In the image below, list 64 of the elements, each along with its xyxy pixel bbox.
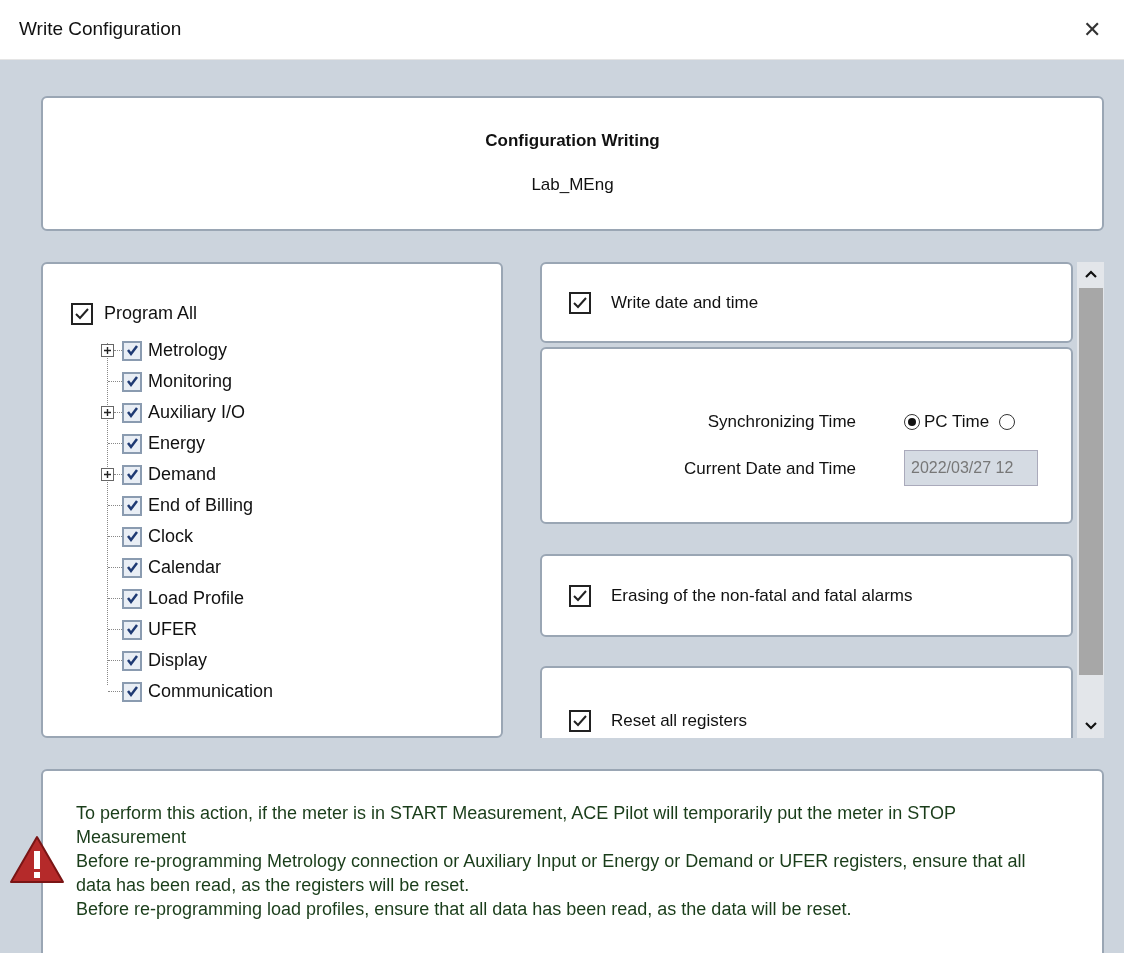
checkbox[interactable]: [569, 710, 591, 732]
close-button[interactable]: ✕: [1079, 13, 1105, 46]
scrollbar[interactable]: [1077, 262, 1104, 738]
radio-button[interactable]: [904, 413, 920, 430]
checkmark-icon: [125, 685, 139, 698]
tree-item[interactable]: Demand: [148, 461, 217, 488]
checkmark-icon: [125, 561, 139, 574]
checkmark-icon: [572, 713, 588, 729]
tree-item[interactable]: Display: [148, 647, 208, 674]
tree-item[interactable]: Metrology: [148, 337, 228, 364]
header-title: Configuration Writing: [485, 130, 660, 152]
checkmark-icon: [125, 623, 139, 636]
warning-text: Before re-programming load profiles, ensure that all data has been read, as the data will be reset.: [76, 898, 853, 921]
warning-text: To perform this action, if the meter is in START Measurement, ACE Pilot will temporarily put the meter in STOP Measurement: [76, 802, 957, 849]
field-label: Synchronizing Time: [706, 410, 856, 433]
scroll-down-icon[interactable]: [1084, 722, 1097, 730]
radio-label: PC Time: [924, 410, 990, 433]
checkbox[interactable]: [122, 557, 142, 578]
checkbox[interactable]: [569, 291, 591, 314]
checkbox[interactable]: [122, 495, 142, 516]
checkbox-label: Program All: [104, 302, 198, 325]
checkbox[interactable]: [122, 402, 142, 423]
checkbox[interactable]: [122, 464, 142, 485]
field-label: Current Date and Time: [683, 457, 856, 480]
checkmark-icon: [125, 530, 139, 543]
checkbox[interactable]: [122, 588, 142, 609]
checkbox[interactable]: [122, 433, 142, 454]
window-title: Write Configuration: [19, 17, 182, 42]
checkmark-icon: [125, 344, 139, 357]
checkbox[interactable]: [122, 681, 142, 702]
tree-item[interactable]: Communication: [148, 678, 274, 705]
tree-item[interactable]: Auxiliary I/O: [148, 399, 246, 426]
tree-item[interactable]: Monitoring: [148, 368, 233, 395]
tree-item[interactable]: Clock: [148, 523, 193, 550]
expand-icon[interactable]: [101, 468, 114, 481]
checkbox[interactable]: [122, 371, 142, 392]
checkmark-icon: [125, 375, 139, 388]
checkbox[interactable]: [122, 650, 142, 671]
tree-item[interactable]: End of Billing: [148, 492, 254, 519]
tree-item[interactable]: Calendar: [148, 554, 222, 581]
warning-text: Before re-programming Metrology connection or Auxiliary Input or Energy or Demand or UFER registers, ensure that all data has been read, as the registers will be reset.: [76, 850, 1027, 897]
scrollbar-thumb[interactable]: [1078, 288, 1103, 675]
checkbox[interactable]: [122, 340, 142, 361]
header-subtitle: Lab_MEng: [531, 173, 614, 196]
radio-button[interactable]: [999, 413, 1016, 430]
expand-icon[interactable]: [101, 344, 114, 357]
checkbox-label: Write date and time: [611, 291, 759, 314]
checkbox-label: Erasing of the non-fatal and fatal alarms: [611, 584, 913, 607]
scroll-up-icon[interactable]: [1084, 270, 1097, 278]
checkmark-icon: [125, 654, 139, 667]
checkmark-icon: [125, 592, 139, 605]
checkbox[interactable]: [122, 619, 142, 640]
checkbox-label: Reset all registers: [611, 710, 748, 733]
checkbox[interactable]: [569, 584, 591, 607]
checkbox[interactable]: [122, 526, 142, 547]
checkmark-icon: [125, 406, 139, 419]
tree-item[interactable]: UFER: [148, 616, 197, 643]
tree-item[interactable]: Energy: [148, 430, 206, 457]
tree-item[interactable]: Load Profile: [148, 585, 245, 612]
checkmark-icon: [125, 437, 139, 450]
checkmark-icon: [125, 499, 139, 512]
expand-icon[interactable]: [101, 406, 114, 419]
checkmark-icon: [125, 468, 139, 481]
checkbox[interactable]: [71, 302, 93, 325]
